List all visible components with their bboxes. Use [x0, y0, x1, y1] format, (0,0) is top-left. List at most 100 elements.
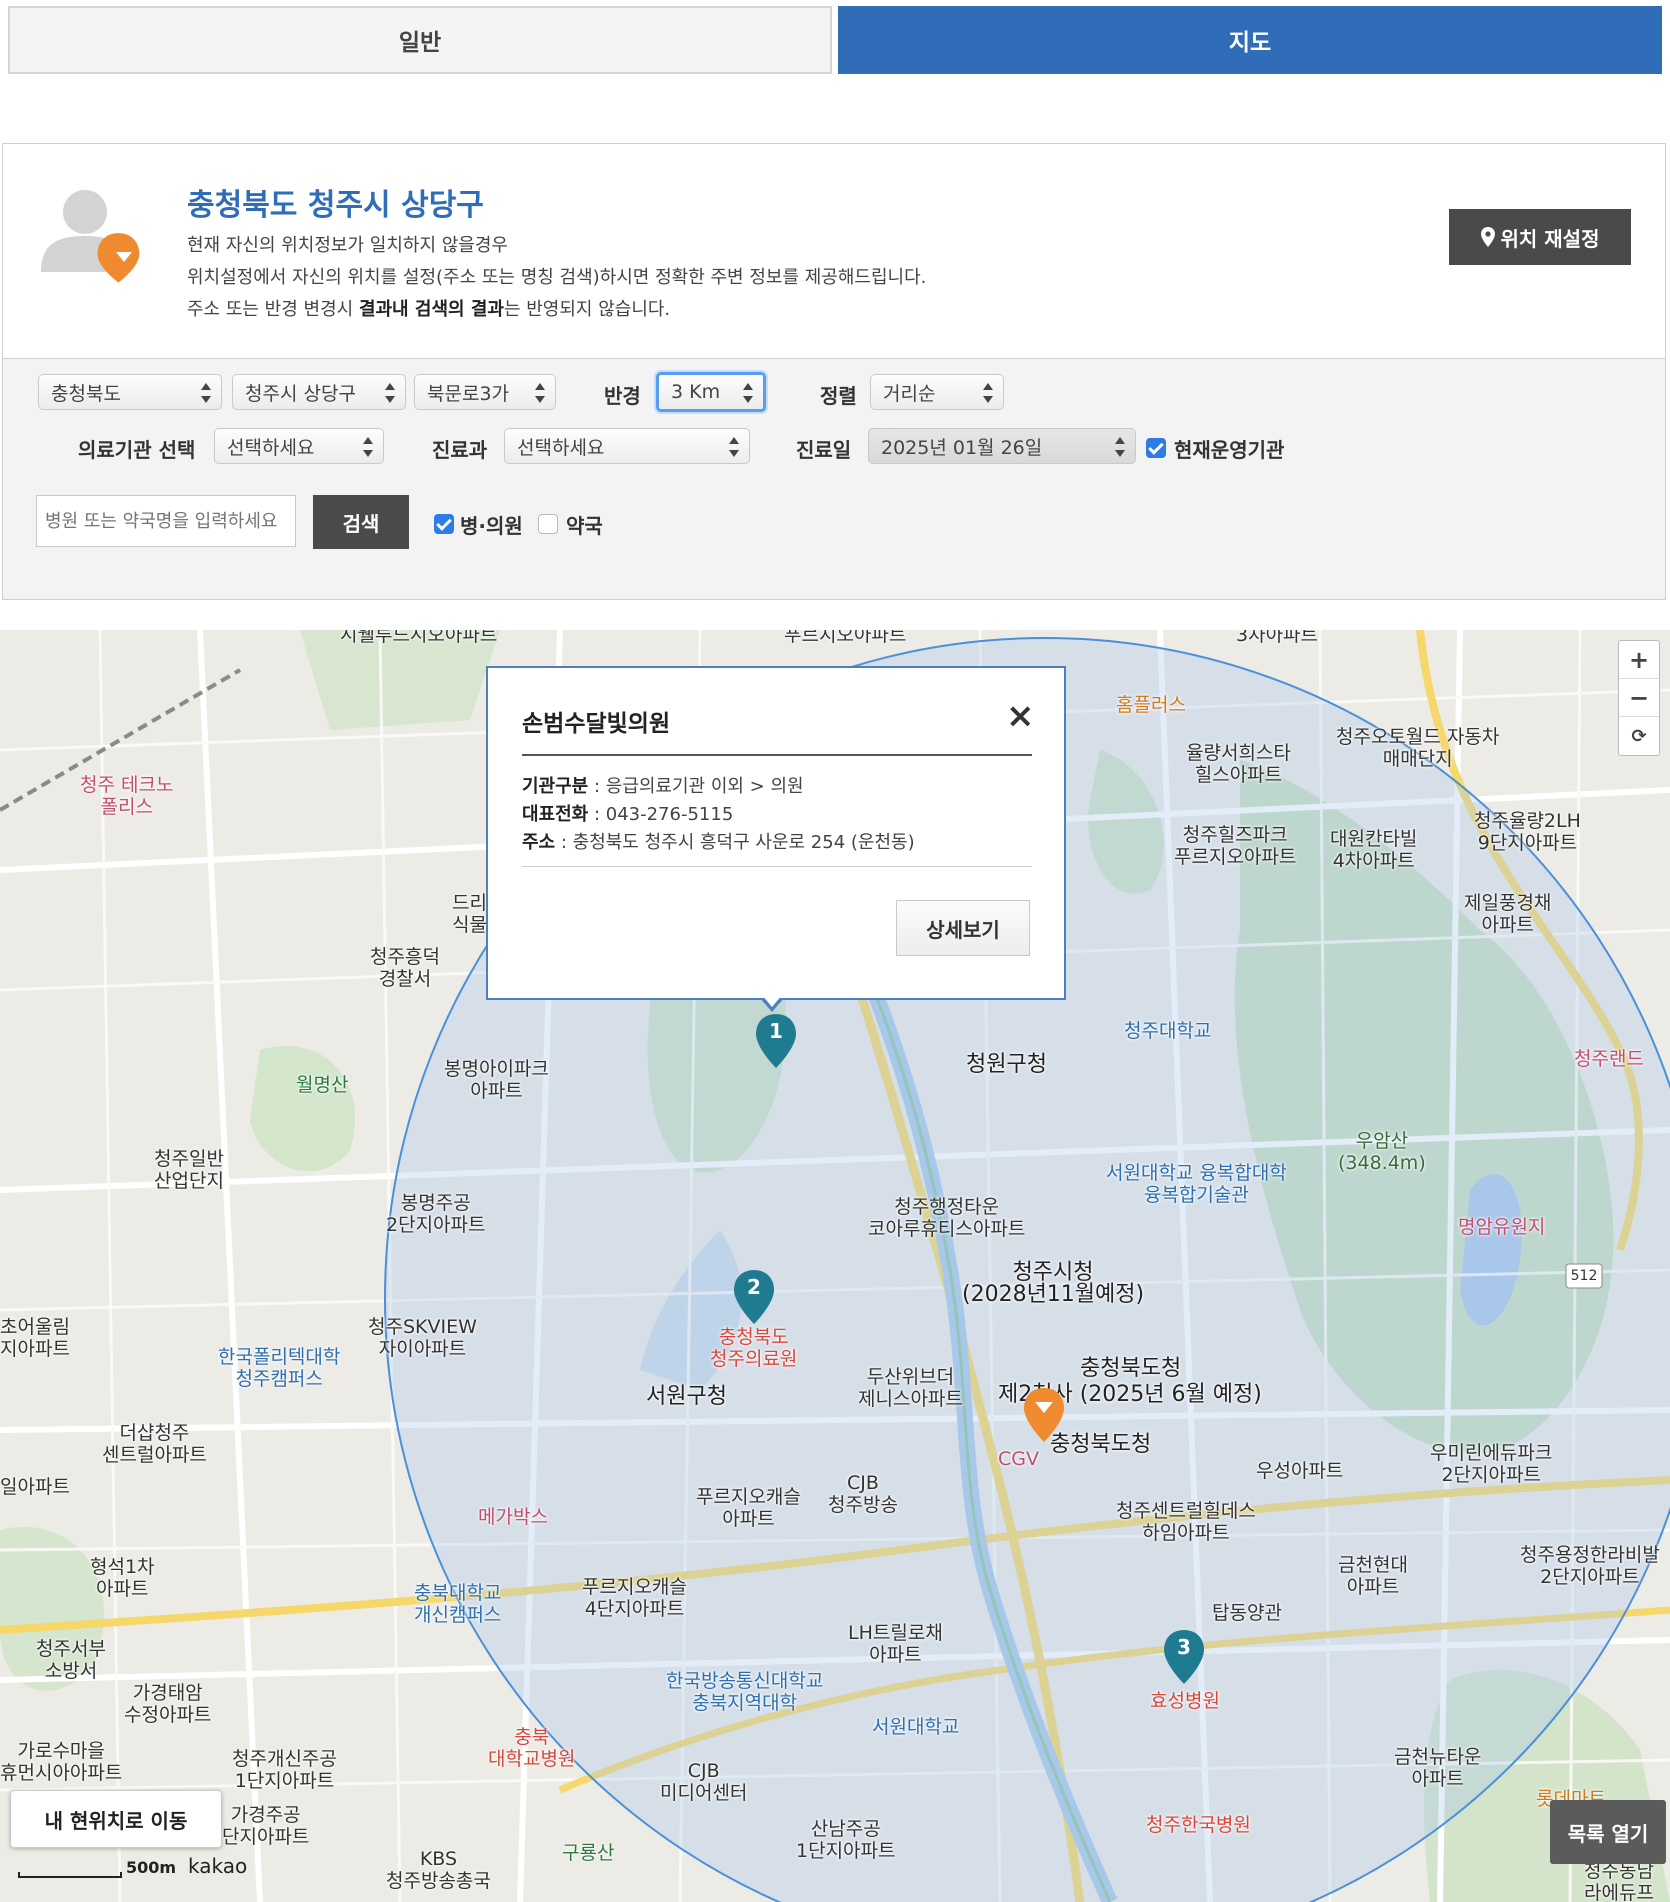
facility-label: 의료기관 선택 — [78, 438, 196, 462]
detail-view-button[interactable]: 상세보기 — [896, 900, 1030, 956]
map-label: 봉명아이파크 아파트 — [444, 1058, 549, 1102]
popup-phone-label: 대표전화 — [522, 804, 589, 825]
desc-line-1: 현재 자신의 위치정보가 일치하지 않을경우 — [187, 235, 508, 256]
refresh-map-button[interactable]: ⟳ — [1619, 717, 1659, 755]
dept-value: 선택하세요 — [517, 436, 605, 459]
reset-location-button[interactable]: 위치 재설정 — [1449, 209, 1631, 265]
map-label: 가로수마을 휴먼시아아파트 — [0, 1740, 123, 1784]
map-label: 청주한국병원 — [1146, 1814, 1251, 1836]
map-label: 홈플러스 — [1116, 694, 1186, 716]
hospital-label: 병·의원 — [460, 514, 523, 538]
tab-map[interactable]: 지도 — [838, 6, 1662, 74]
popup-phone-row: 대표전화 : 043-276-5115 — [522, 800, 733, 826]
date-select[interactable]: 2025년 01월 26일 — [868, 428, 1136, 464]
zoom-in-button[interactable]: + — [1619, 641, 1659, 679]
location-pin-icon — [1480, 227, 1495, 247]
open-list-button[interactable]: 목록 열기 — [1550, 1800, 1666, 1864]
map-label: 푸르지오아파트 — [784, 630, 907, 646]
dong-value: 북문로3가 — [427, 382, 510, 405]
popup-title: 손범수달빛의원 — [522, 711, 671, 737]
map-label: 청주 테크노 폴리스 — [80, 774, 174, 818]
popup-divider-2 — [522, 866, 1032, 867]
select-arrow-icon — [385, 383, 395, 403]
map-label: 청주랜드 — [1574, 1048, 1644, 1070]
map-label: 충청북도청 — [1080, 1356, 1182, 1381]
popup-type-row: 기관구분 : 응급의료기관 이외 > 의원 — [522, 772, 804, 798]
map-label: LH트릴로채 아파트 — [848, 1622, 943, 1666]
map-label: 우성아파트 — [1256, 1460, 1344, 1482]
road-number-badge: 512 — [1570, 1268, 1598, 1284]
region-title: 충청북도 청주시 상당구 — [187, 188, 484, 223]
city-select[interactable]: 청주시 상당구 — [232, 374, 406, 410]
map-label: 청주동남 라에듀프 — [1584, 1860, 1654, 1902]
map-label: 산남주공 1단지아파트 — [796, 1818, 896, 1862]
map-label: 3차아파트 — [1236, 630, 1319, 646]
map-label: 한국방송통신대학교 충북지역대학 — [666, 1670, 824, 1714]
map-label: 율량서희스타 힐스아파트 — [1186, 742, 1291, 786]
dong-select[interactable]: 북문로3가 — [414, 374, 556, 410]
map-label: 대원칸타빌 4차아파트 — [1330, 828, 1418, 872]
zoom-out-button[interactable]: − — [1619, 679, 1659, 717]
map-label: 형석1차 아파트 — [90, 1556, 155, 1600]
map-label: 봉명주공 2단지아파트 — [386, 1192, 486, 1236]
map-label: 금천현대 아파트 — [1338, 1554, 1408, 1598]
map-label: 충청북도청 — [1050, 1432, 1152, 1457]
pharmacy-checkbox[interactable] — [538, 514, 558, 534]
map-label: 가경태암 수정아파트 — [124, 1682, 212, 1726]
sort-select[interactable]: 거리순 — [870, 374, 1004, 410]
select-arrow-icon — [983, 383, 993, 403]
dept-select[interactable]: 선택하세요 — [504, 428, 750, 464]
select-arrow-icon — [201, 383, 211, 403]
map-label: 더샵청주 센트럴아파트 — [102, 1422, 207, 1466]
map-label: 청주율량2LH 9단지아파트 — [1474, 810, 1581, 854]
current-location-marker-icon — [1024, 1388, 1064, 1442]
sort-label: 정렬 — [820, 384, 857, 408]
dept-label: 진료과 — [432, 438, 488, 462]
province-value: 충청북도 — [51, 382, 121, 405]
radius-select[interactable]: 3 Km — [656, 372, 766, 412]
map-label: 제일풍경채 아파트 — [1464, 892, 1552, 936]
search-input[interactable] — [36, 495, 296, 547]
zoom-controls: + − ⟳ — [1618, 640, 1660, 756]
map-label: 우미린에듀파크 2단지아파트 — [1430, 1442, 1553, 1486]
my-location-button[interactable]: 내 현위치로 이동 — [10, 1790, 222, 1848]
map-label: 청주힐즈파크 푸르지오아파트 — [1174, 824, 1297, 868]
map-label: 청주서부 소방서 — [36, 1638, 106, 1682]
desc-line-3-prefix: 주소 또는 반경 변경시 — [187, 299, 359, 320]
map-label: 청주시청 (2028년11월예정) — [962, 1260, 1145, 1307]
map-label: 월명산 — [296, 1074, 349, 1096]
map-label: CJB 미디어센터 — [660, 1760, 748, 1804]
map-label: 효성병원 — [1150, 1690, 1220, 1712]
select-arrow-icon — [729, 437, 739, 457]
popup-addr-value: : 충청북도 청주시 흥덕구 사운로 254 (운천동) — [555, 832, 915, 853]
map-label: KBS 청주방송총국 — [386, 1848, 491, 1892]
map-label: CGV — [998, 1448, 1039, 1470]
map-label: 푸르지오캐슬 아파트 — [696, 1486, 801, 1530]
reset-location-label: 위치 재설정 — [1500, 226, 1600, 251]
map-label: 청주센트럴힐데스 하임아파트 — [1116, 1500, 1256, 1544]
map-label: 명암유원지 — [1458, 1216, 1546, 1238]
map-label: 서원대학교 — [872, 1716, 960, 1738]
map-label: 두산위브더 제니스아파트 — [858, 1366, 963, 1410]
map-label: 충북 대학교병원 — [488, 1726, 576, 1770]
hospital-marker-2-number: 2 — [747, 1275, 761, 1299]
search-button[interactable]: 검색 — [313, 495, 409, 549]
map-label: 청원구청 — [966, 1052, 1047, 1077]
operating-checkbox[interactable] — [1146, 438, 1166, 458]
map-label: 구룡산 — [562, 1842, 615, 1864]
map-label: 탑동양관 — [1212, 1602, 1282, 1624]
map-label: 청주일반 산업단지 — [154, 1148, 224, 1192]
map-label: 청주개신주공 1단지아파트 — [232, 1748, 337, 1792]
hospital-checkbox[interactable] — [434, 514, 454, 534]
facility-select[interactable]: 선택하세요 — [214, 428, 384, 464]
desc-line-3-bold: 결과내 검색의 결과 — [358, 299, 504, 320]
popup-phone-value: : 043-276-5115 — [588, 804, 734, 825]
popup-addr-row: 주소 : 충청북도 청주시 흥덕구 사운로 254 (운천동) — [522, 828, 915, 854]
tab-general[interactable]: 일반 — [8, 6, 832, 74]
hospital-marker-1-number: 1 — [769, 1019, 783, 1043]
select-arrow-icon — [535, 383, 545, 403]
map-label: 청주SKVIEW 자이아파트 — [368, 1316, 477, 1360]
close-icon[interactable]: × — [1006, 696, 1035, 736]
province-select[interactable]: 충청북도 — [38, 374, 222, 410]
map-label: 우암산 (348.4m) — [1338, 1130, 1426, 1174]
